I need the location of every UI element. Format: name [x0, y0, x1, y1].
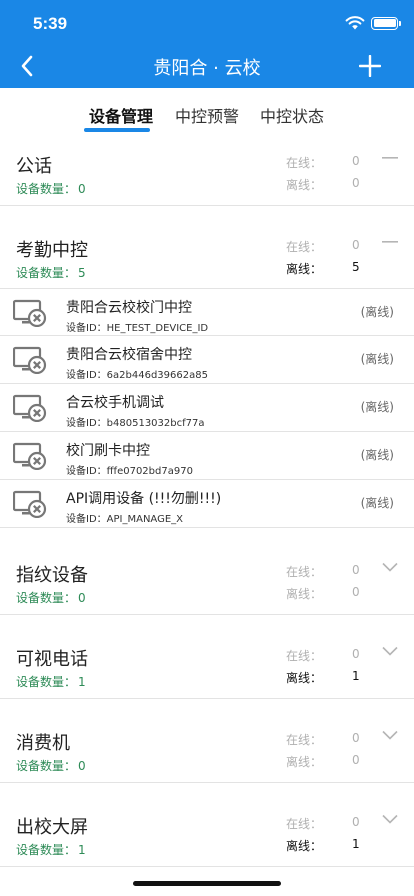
group-name: 公话 [16, 156, 52, 177]
chevron-down-icon [382, 814, 398, 824]
group-video-phone[interactable]: 可视电话 设备数量： 1 在线： 0 离线： 1 [0, 635, 414, 699]
tab-control-status[interactable]: 中控状态 [260, 103, 324, 127]
device-name: 贵阳合云校宿舍中控 [66, 347, 192, 363]
app-header: 5:39 贵阳合 · 云校 [0, 0, 414, 88]
device-row[interactable]: 贵阳合云校宿舍中控 设备ID：6a2b446d39662a85 (离线) [0, 336, 414, 384]
monitor-offline-icon [13, 442, 47, 470]
online-value: 0 [352, 154, 360, 168]
device-row[interactable]: 合云校手机调试 设备ID：b480513032bcf77a (离线) [0, 384, 414, 432]
online-value: 0 [352, 647, 360, 661]
online-label: 在线： [286, 817, 323, 831]
group-name: 出校大屏 [16, 817, 88, 838]
tab-active-indicator [84, 128, 150, 132]
add-button[interactable] [354, 50, 386, 82]
expand-toggle[interactable] [380, 641, 400, 661]
device-row[interactable]: API调用设备 (!!!勿删!!!) 设备ID：API_MANAGE_X (离线… [0, 480, 414, 528]
group-attendance-control[interactable]: 考勤中控 设备数量： 5 在线： 0 离线： 5 [0, 226, 414, 288]
collapse-toggle[interactable] [380, 148, 400, 168]
minus-icon [382, 241, 398, 243]
chevron-down-icon [382, 562, 398, 572]
offline-value: 5 [352, 260, 360, 274]
tab-control-warning[interactable]: 中控预警 [175, 103, 239, 127]
device-id: 设备ID：b480513032bcf77a [66, 418, 205, 429]
online-value: 0 [352, 238, 360, 252]
group-fingerprint-device[interactable]: 指纹设备 设备数量： 0 在线： 0 离线： 0 [0, 551, 414, 615]
device-name: 校门刷卡中控 [66, 443, 150, 459]
group-name: 考勤中控 [16, 240, 88, 261]
chevron-down-icon [382, 730, 398, 740]
monitor-offline-icon [13, 346, 47, 374]
monitor-offline-icon [13, 490, 47, 518]
online-label: 在线： [286, 156, 323, 170]
device-id: 设备ID：HE_TEST_DEVICE_ID [66, 323, 209, 334]
expand-toggle[interactable] [380, 809, 400, 829]
group-count: 设备数量： 1 [16, 675, 86, 689]
page-title: 贵阳合 · 云校 [153, 58, 261, 79]
monitor-offline-icon [13, 394, 47, 422]
monitor-offline-icon [13, 299, 47, 327]
device-status: (离线) [360, 352, 394, 366]
device-status: (离线) [360, 448, 394, 462]
tab-device-management[interactable]: 设备管理 [89, 103, 153, 127]
offline-label: 离线： [286, 178, 323, 192]
device-status: (离线) [360, 305, 394, 319]
online-label: 在线： [286, 240, 323, 254]
group-public-phone[interactable]: 公话 设备数量： 0 在线： 0 离线： 0 [0, 142, 414, 206]
offline-label: 离线： [286, 839, 323, 853]
group-exit-screen[interactable]: 出校大屏 设备数量： 1 在线： 0 离线： 1 [0, 803, 414, 867]
offline-value: 1 [352, 669, 360, 683]
device-id: 设备ID：API_MANAGE_X [66, 514, 184, 525]
offline-label: 离线： [286, 671, 323, 685]
online-label: 在线： [286, 649, 323, 663]
collapse-toggle[interactable] [380, 232, 400, 252]
offline-label: 离线： [286, 262, 323, 276]
plus-icon [359, 55, 381, 77]
device-row[interactable]: 校门刷卡中控 设备ID：fffe0702bd7a970 (离线) [0, 432, 414, 480]
device-row[interactable]: 贵阳合云校校门中控 设备ID：HE_TEST_DEVICE_ID (离线) [0, 288, 414, 336]
offline-value: 0 [352, 753, 360, 767]
device-status: (离线) [360, 496, 394, 510]
offline-value: 1 [352, 837, 360, 851]
offline-label: 离线： [286, 755, 323, 769]
group-consumption-machine[interactable]: 消费机 设备数量： 0 在线： 0 离线： 0 [0, 719, 414, 783]
group-count: 设备数量： 1 [16, 843, 86, 857]
device-name: 贵阳合云校校门中控 [66, 300, 192, 316]
battery-icon [371, 16, 401, 30]
group-count: 设备数量： 0 [16, 591, 86, 605]
online-label: 在线： [286, 733, 323, 747]
tab-bar: 设备管理 中控预警 中控状态 [0, 88, 414, 138]
status-icons [345, 16, 401, 30]
group-count: 设备数量： 0 [16, 182, 86, 196]
offline-value: 0 [352, 585, 360, 599]
chevron-down-icon [382, 646, 398, 656]
device-name: 合云校手机调试 [66, 395, 164, 411]
wifi-icon [345, 16, 365, 30]
online-value: 0 [352, 731, 360, 745]
online-label: 在线： [286, 565, 323, 579]
device-id: 设备ID：6a2b446d39662a85 [66, 370, 208, 381]
online-value: 0 [352, 815, 360, 829]
minus-icon [382, 157, 398, 159]
status-time: 5:39 [33, 14, 68, 33]
device-id: 设备ID：fffe0702bd7a970 [66, 466, 193, 477]
home-indicator [133, 881, 281, 886]
device-status: (离线) [360, 400, 394, 414]
group-count: 设备数量： 5 [16, 266, 86, 280]
device-name: API调用设备 (!!!勿删!!!) [66, 491, 222, 507]
offline-label: 离线： [286, 587, 323, 601]
expand-toggle[interactable] [380, 557, 400, 577]
expand-toggle[interactable] [380, 725, 400, 745]
group-name: 指纹设备 [16, 565, 88, 586]
offline-value: 0 [352, 176, 360, 190]
group-name: 消费机 [16, 733, 70, 754]
online-value: 0 [352, 563, 360, 577]
group-name: 可视电话 [16, 649, 88, 670]
group-count: 设备数量： 0 [16, 759, 86, 773]
